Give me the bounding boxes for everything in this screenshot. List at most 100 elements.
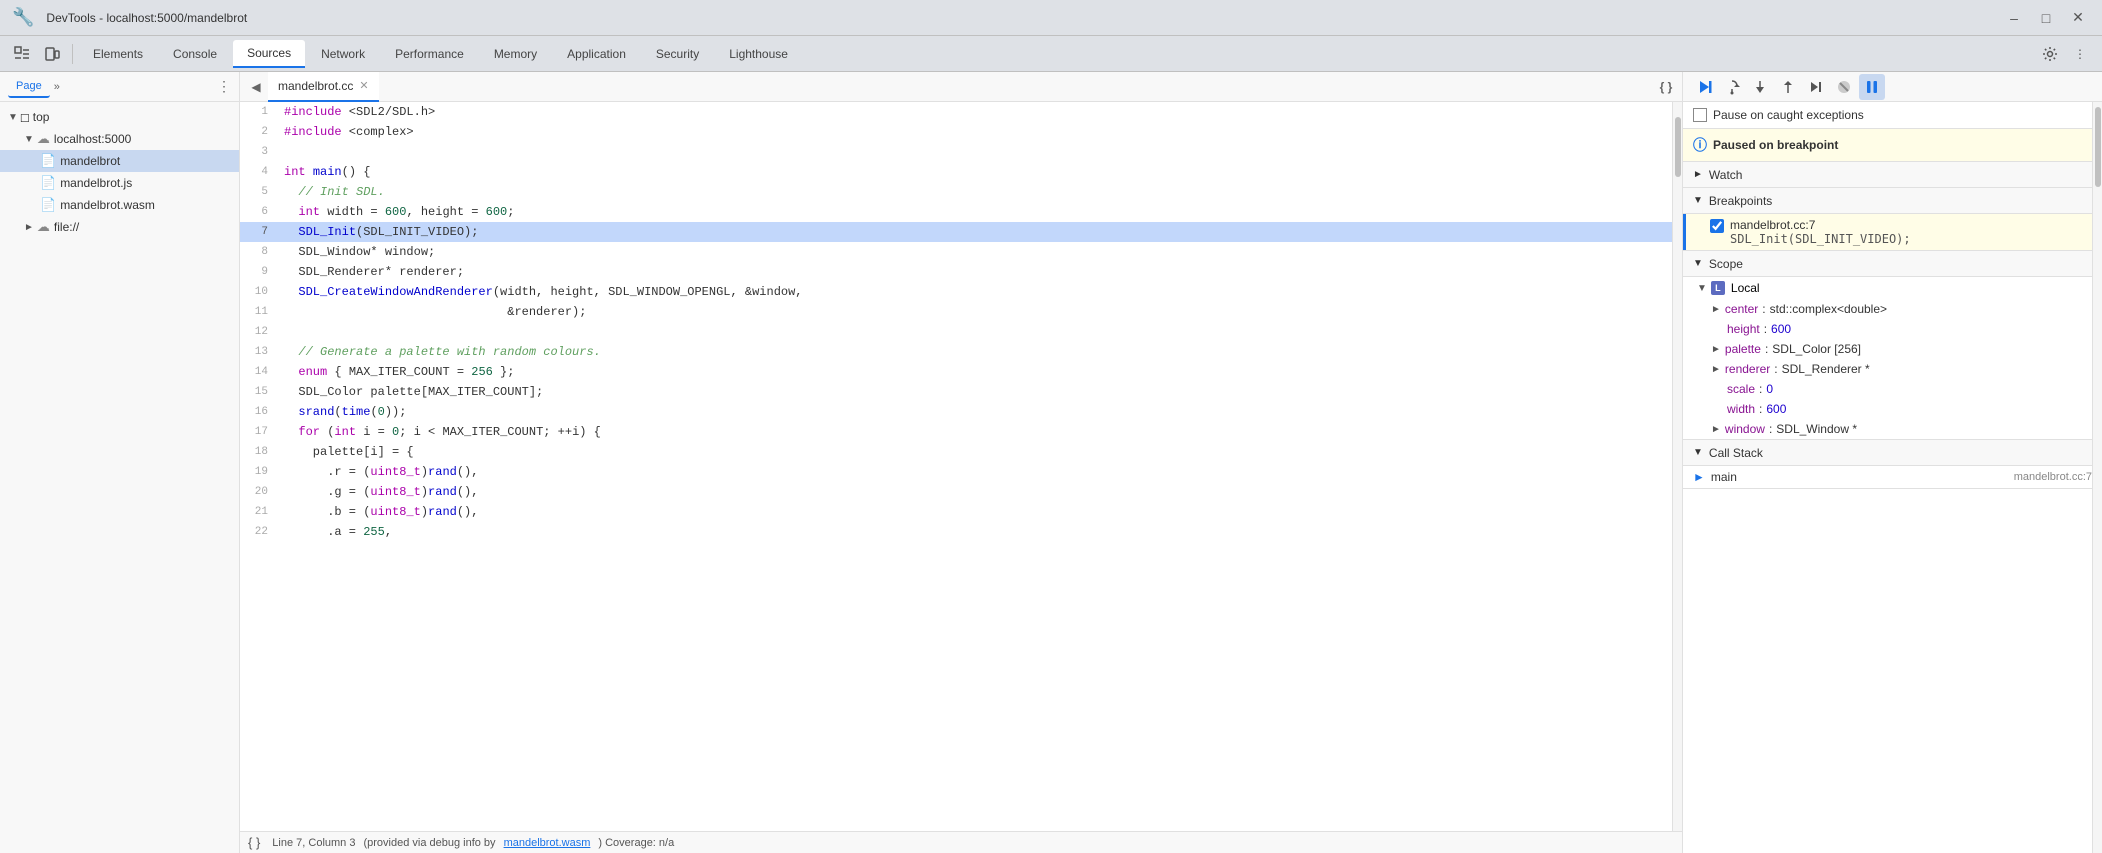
scope-row-width: width : 600 (1683, 399, 2102, 419)
tree-arrow-top: ▼ (8, 112, 18, 123)
code-scrollbar-thumb[interactable] (1675, 117, 1681, 177)
scope-arrow: ▼ (1693, 258, 1703, 269)
code-area[interactable]: 1 #include <SDL2/SDL.h> 2 #include <comp… (240, 102, 1682, 831)
breakpoints-section-header[interactable]: ▼ Breakpoints (1683, 188, 2102, 214)
page-tab[interactable]: Page (8, 76, 50, 98)
tab-performance[interactable]: Performance (381, 41, 478, 67)
panel-more-button[interactable]: ⋮ (217, 78, 231, 95)
tree-item-file[interactable]: ► ☁ file:// (0, 216, 239, 238)
format-button[interactable]: { } (248, 835, 260, 850)
callstack-section-header[interactable]: ▼ Call Stack (1683, 440, 2102, 466)
tree-item-top[interactable]: ▼ □ top (0, 106, 239, 128)
tree-item-localhost[interactable]: ▼ ☁ localhost:5000 (0, 128, 239, 150)
code-line-12: 12 (240, 322, 1682, 342)
code-tabs: ◀ mandelbrot.cc ✕ { } (240, 72, 1682, 102)
step-out-button[interactable] (1775, 74, 1801, 100)
tab-elements[interactable]: Elements (79, 41, 157, 67)
more-options-button[interactable]: ⋮ (2066, 40, 2094, 68)
code-line-8: 8 SDL_Window* window; (240, 242, 1682, 262)
step-into-button[interactable] (1747, 74, 1773, 100)
tree-item-mandelbrot-wasm[interactable]: 📄 mandelbrot.wasm (0, 194, 239, 216)
tab-console[interactable]: Console (159, 41, 231, 67)
callstack-loc: mandelbrot.cc:7 (2014, 471, 2092, 483)
inspect-element-button[interactable] (8, 40, 36, 68)
scope-val-width: 600 (1766, 402, 1786, 416)
tab-application[interactable]: Application (553, 41, 640, 67)
file-icon-mandelbrot-js: 📄 (40, 175, 56, 191)
close-button[interactable]: ✕ (2066, 6, 2090, 30)
breakpoint-banner-text: Paused on breakpoint (1713, 138, 1838, 152)
debugger-toolbar (1683, 72, 2102, 102)
left-panel-header: Page » ⋮ (0, 72, 239, 102)
pause-exceptions-checkbox[interactable] (1693, 108, 1707, 122)
window-controls: – □ ✕ (2002, 6, 2090, 30)
tab-security[interactable]: Security (642, 41, 713, 67)
resume-button[interactable] (1691, 74, 1717, 100)
callstack-item-main[interactable]: ► main mandelbrot.cc:7 (1683, 466, 2102, 488)
close-tab-button[interactable]: ✕ (359, 79, 368, 92)
code-line-11: 11 &renderer); (240, 302, 1682, 322)
deactivate-breakpoints-button[interactable] (1831, 74, 1857, 100)
scope-row-palette: ► palette : SDL_Color [256] (1683, 339, 2102, 359)
renderer-expand[interactable]: ► (1711, 364, 1721, 375)
scope-val-center: std::complex<double> (1770, 302, 1887, 316)
window-expand[interactable]: ► (1711, 424, 1721, 435)
tree-arrow-file: ► (24, 222, 34, 233)
pause-exceptions-row: Pause on caught exceptions (1683, 102, 2102, 129)
scope-key-window: window (1725, 422, 1765, 436)
file-icon-mandelbrot: 📄 (40, 153, 56, 169)
local-icon: L (1711, 281, 1725, 295)
maximize-button[interactable]: □ (2034, 6, 2058, 30)
scope-key-width: width (1727, 402, 1755, 416)
right-panel-scrollbar[interactable] (2092, 102, 2102, 853)
code-line-20: 20 .g = (uint8_t)rand(), (240, 482, 1682, 502)
code-panel: ◀ mandelbrot.cc ✕ { } 1 #include <SDL2/S… (240, 72, 1682, 853)
step-over-button[interactable] (1719, 74, 1745, 100)
pretty-print-button[interactable]: { } (1654, 75, 1678, 99)
scope-section-header[interactable]: ▼ Scope (1683, 251, 2102, 277)
breakpoint-checkbox[interactable] (1710, 219, 1724, 233)
settings-button[interactable] (2036, 40, 2064, 68)
panel-tab-chevron[interactable]: » (54, 81, 60, 93)
code-scrollbar[interactable] (1672, 102, 1682, 831)
tree-item-mandelbrot-js[interactable]: 📄 mandelbrot.js (0, 172, 239, 194)
tree-label-file: file:// (54, 220, 79, 234)
tab-memory[interactable]: Memory (480, 41, 551, 67)
code-line-17: 17 for (int i = 0; i < MAX_ITER_COUNT; +… (240, 422, 1682, 442)
app-icon: 🔧 (12, 7, 34, 28)
tab-bar: Elements Console Sources Network Perform… (0, 36, 2102, 72)
back-button[interactable]: ◀ (244, 75, 268, 99)
center-expand[interactable]: ► (1711, 304, 1721, 315)
tab-sources[interactable]: Sources (233, 40, 305, 68)
scope-row-center: ► center : std::complex<double> (1683, 299, 2102, 319)
code-line-14: 14 enum { MAX_ITER_COUNT = 256 }; (240, 362, 1682, 382)
palette-expand[interactable]: ► (1711, 344, 1721, 355)
breakpoint-item-1: mandelbrot.cc:7 SDL_Init(SDL_INIT_VIDEO)… (1683, 214, 2102, 250)
status-link[interactable]: mandelbrot.wasm (504, 837, 591, 849)
step-button[interactable] (1803, 74, 1829, 100)
tree-label-top: top (33, 110, 50, 124)
local-header[interactable]: ▼ L Local (1683, 277, 2102, 299)
left-panel: Page » ⋮ ▼ □ top ▼ ☁ localhost:5000 📄 (0, 72, 240, 853)
title-bar: 🔧 DevTools - localhost:5000/mandelbrot –… (0, 0, 2102, 36)
callstack-icon: ► (1693, 470, 1705, 484)
breakpoints-body: mandelbrot.cc:7 SDL_Init(SDL_INIT_VIDEO)… (1683, 214, 2102, 251)
scope-val-renderer: SDL_Renderer * (1782, 362, 1870, 376)
tab-network[interactable]: Network (307, 41, 379, 67)
scope-row-height: height : 600 (1683, 319, 2102, 339)
tab-lighthouse[interactable]: Lighthouse (715, 41, 802, 67)
right-panel-scrollbar-thumb[interactable] (2095, 107, 2101, 187)
watch-section-header[interactable]: ► Watch (1683, 162, 2102, 188)
callstack-body: ► main mandelbrot.cc:7 (1683, 466, 2102, 489)
breakpoint-code: SDL_Init(SDL_INIT_VIDEO); (1730, 232, 1911, 246)
code-tab-label: mandelbrot.cc (278, 79, 353, 93)
cloud-icon-file: ☁ (37, 219, 50, 235)
code-line-21: 21 .b = (uint8_t)rand(), (240, 502, 1682, 522)
device-toolbar-button[interactable] (38, 40, 66, 68)
minimize-button[interactable]: – (2002, 6, 2026, 30)
code-line-2: 2 #include <complex> (240, 122, 1682, 142)
pause-on-exceptions-button[interactable] (1859, 74, 1885, 100)
scope-key-center: center (1725, 302, 1758, 316)
tree-item-mandelbrot[interactable]: 📄 mandelbrot (0, 150, 239, 172)
code-tab-mandelbrot-cc[interactable]: mandelbrot.cc ✕ (268, 72, 379, 102)
